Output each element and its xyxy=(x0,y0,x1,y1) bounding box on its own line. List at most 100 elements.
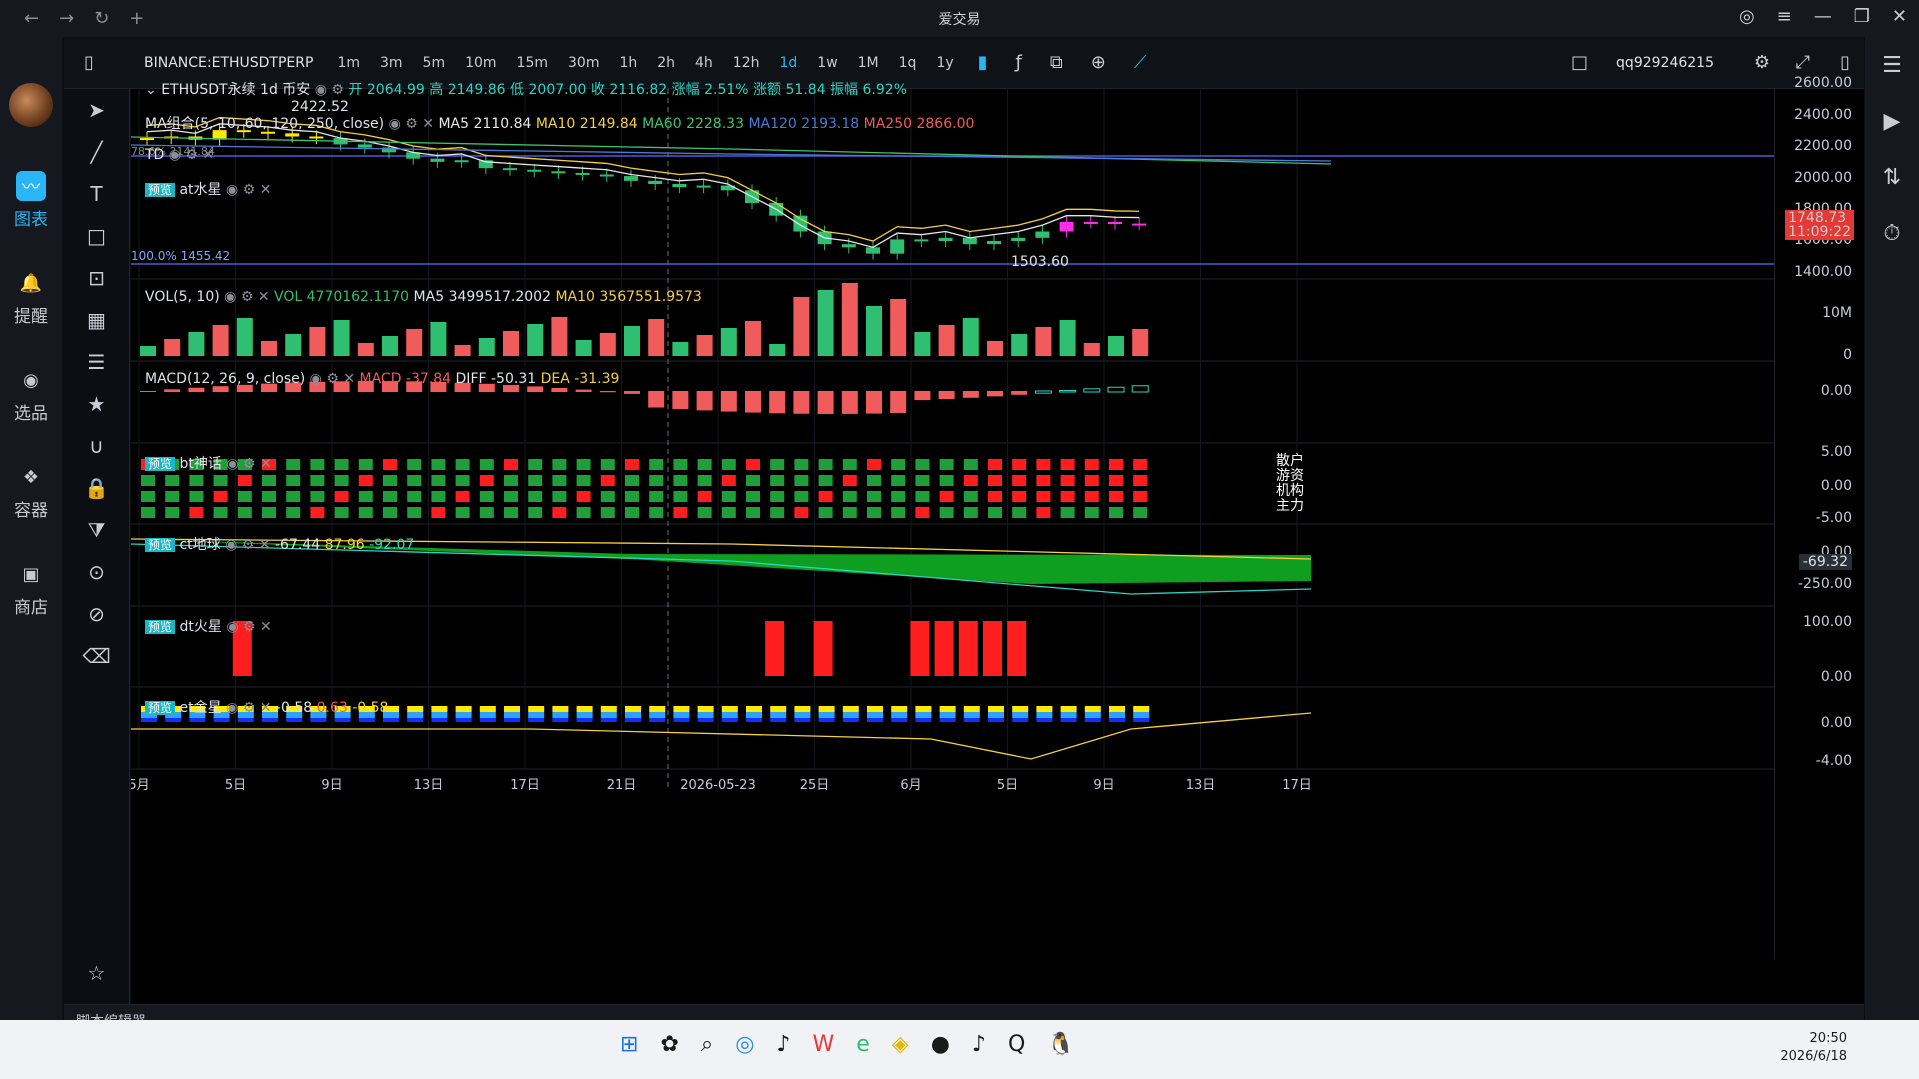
list-icon[interactable]: ☰ xyxy=(1865,37,1919,93)
clock-icon[interactable]: ⏱ xyxy=(1865,205,1919,261)
eye-icon[interactable]: ◉ xyxy=(389,116,401,132)
close-icon[interactable]: ✕ xyxy=(258,289,270,305)
interval-1M[interactable]: 1M xyxy=(858,55,879,71)
wps-icon[interactable]: W xyxy=(812,1032,834,1057)
interval-1d[interactable]: 1d xyxy=(779,55,797,71)
filter-icon[interactable]: ⧩ xyxy=(64,509,129,551)
back-icon[interactable]: ← xyxy=(24,8,39,29)
interval-1h[interactable]: 1h xyxy=(619,55,637,71)
star-icon[interactable]: ☆ xyxy=(64,952,129,994)
interval-1y[interactable]: 1y xyxy=(936,55,953,71)
close-icon[interactable]: ✕ xyxy=(422,116,434,132)
close-icon[interactable]: ✕ xyxy=(343,371,355,387)
close-icon[interactable]: ✕ xyxy=(259,537,271,553)
close-icon[interactable]: ✕ xyxy=(260,182,272,198)
eye-icon[interactable]: ◉ xyxy=(226,700,238,716)
avatar[interactable] xyxy=(9,83,53,127)
new-tab-icon[interactable]: + xyxy=(129,8,144,29)
price-axis[interactable]: 2600.00 2400.00 2200.00 2000.00 1800.00 … xyxy=(1774,75,1864,959)
user-account[interactable]: qq929246215 xyxy=(1616,55,1714,71)
eye-icon[interactable]: ◉ xyxy=(315,82,327,98)
interval-15m[interactable]: 15m xyxy=(517,55,548,71)
gear-icon[interactable]: ⚙ xyxy=(243,182,256,198)
text-tool-icon[interactable]: T xyxy=(64,173,129,215)
fib-tool-icon[interactable]: ☰ xyxy=(64,341,129,383)
line-tool-icon[interactable]: ╱ xyxy=(64,131,129,173)
eraser-icon[interactable]: ⌫ xyxy=(64,635,129,677)
gear-icon[interactable]: ⚙ xyxy=(326,371,339,387)
interval-12h[interactable]: 12h xyxy=(733,55,760,71)
restore-icon[interactable]: ❐ xyxy=(1854,6,1870,27)
trading-app-icon[interactable]: ◈ xyxy=(892,1032,909,1057)
interval-3m[interactable]: 3m xyxy=(380,55,403,71)
qq-music-icon[interactable]: Q xyxy=(1008,1032,1025,1057)
crop-tool-icon[interactable]: ⊡ xyxy=(64,257,129,299)
gear-icon[interactable]: ⚙ xyxy=(243,619,256,635)
compare-icon[interactable]: ⇅ xyxy=(1865,149,1919,205)
hide-icon[interactable]: ⊘ xyxy=(64,593,129,635)
sidebar-toggle-icon[interactable]: ▯ xyxy=(84,52,94,73)
close-icon[interactable]: ✕ xyxy=(260,456,272,472)
menu-icon[interactable]: ≡ xyxy=(1777,6,1792,27)
symbol-selector[interactable]: BINANCE:ETHUSDTPERP xyxy=(144,55,313,71)
target-icon[interactable]: ⊙ xyxy=(64,551,129,593)
minimize-icon[interactable]: — xyxy=(1814,6,1832,27)
eye-icon[interactable]: ◉ xyxy=(225,537,237,553)
clock[interactable]: 20:50 2026/6/18 xyxy=(1780,1030,1847,1066)
gear-icon[interactable]: ⚙ xyxy=(243,700,256,716)
qq-icon[interactable]: 🐧 xyxy=(1047,1032,1074,1057)
eye-icon[interactable]: ◉ xyxy=(310,371,322,387)
close-icon[interactable]: ✕ xyxy=(260,619,272,635)
indicator-icon[interactable]: ƒ xyxy=(1016,52,1022,73)
nav-store[interactable]: ▣ 商店 xyxy=(0,559,62,619)
fullscreen-icon[interactable]: ⤢ xyxy=(1796,52,1810,73)
eye-icon[interactable]: ◉ xyxy=(169,147,181,163)
gear-icon[interactable]: ⚙ xyxy=(241,289,254,305)
eye-icon[interactable]: ◉ xyxy=(226,456,238,472)
play-icon[interactable]: ▶ xyxy=(1865,93,1919,149)
panel-toggle-icon[interactable]: ▯ xyxy=(1840,52,1850,73)
nav-select[interactable]: ◉ 选品 xyxy=(0,365,62,425)
gear-icon[interactable]: ⚙ xyxy=(185,147,198,163)
rect-tool-icon[interactable]: □ xyxy=(64,215,129,257)
tiktok-icon-2[interactable]: ♪ xyxy=(972,1032,986,1057)
search-icon[interactable]: ⌕ xyxy=(701,1032,713,1057)
interval-5m[interactable]: 5m xyxy=(423,55,446,71)
chat-app-icon[interactable]: ◎ xyxy=(735,1032,754,1057)
template-icon[interactable]: ⧉ xyxy=(1050,52,1063,73)
fan-app-icon[interactable]: ✿ xyxy=(660,1032,678,1057)
eye-icon[interactable]: ◉ xyxy=(226,619,238,635)
alert-add-icon[interactable]: ⊕ xyxy=(1091,52,1106,73)
edge-icon[interactable]: e xyxy=(856,1032,870,1057)
layout-icon[interactable]: □ xyxy=(1571,52,1588,73)
browser-icon[interactable]: ● xyxy=(931,1032,950,1057)
forward-icon[interactable]: → xyxy=(59,8,74,29)
lock-icon[interactable]: 🔒 xyxy=(64,467,129,509)
interval-10m[interactable]: 10m xyxy=(465,55,496,71)
interval-1q[interactable]: 1q xyxy=(899,55,917,71)
close-icon[interactable]: ✕ xyxy=(1892,6,1907,27)
interval-1m[interactable]: 1m xyxy=(337,55,360,71)
nav-chart[interactable]: 〰图表 xyxy=(0,171,62,230)
nav-container[interactable]: ❖ 容器 xyxy=(0,462,62,522)
interval-30m[interactable]: 30m xyxy=(568,55,599,71)
close-icon[interactable]: ✕ xyxy=(202,147,214,163)
gear-icon[interactable]: ⚙ xyxy=(331,82,344,98)
magnet-icon[interactable]: ∪ xyxy=(64,425,129,467)
interval-2h[interactable]: 2h xyxy=(657,55,675,71)
settings-icon[interactable]: ⚙ xyxy=(1754,52,1770,73)
support-icon[interactable]: ◎ xyxy=(1739,6,1755,27)
draw-icon[interactable]: ⟋ xyxy=(1134,52,1147,73)
candle-type-icon[interactable]: ▮ xyxy=(978,52,988,73)
gear-icon[interactable]: ⚙ xyxy=(242,537,255,553)
tiktok-icon[interactable]: ♪ xyxy=(776,1032,790,1057)
gear-icon[interactable]: ⚙ xyxy=(243,456,256,472)
interval-1w[interactable]: 1w xyxy=(817,55,837,71)
reload-icon[interactable]: ↻ xyxy=(94,8,109,29)
legend-collapse-icon[interactable]: ⌄ xyxy=(145,82,157,98)
cursor-icon[interactable]: ➤ xyxy=(64,89,129,131)
grid-tool-icon[interactable]: ▦ xyxy=(64,299,129,341)
interval-4h[interactable]: 4h xyxy=(695,55,713,71)
chart-area[interactable]: 5月 5日 9日 13日 17日 21日 2026-05-23 25日 6月 5日 9日 13日 17日… xyxy=(131,75,1864,1004)
nav-alert[interactable]: 🔔 提醒 xyxy=(0,268,62,328)
